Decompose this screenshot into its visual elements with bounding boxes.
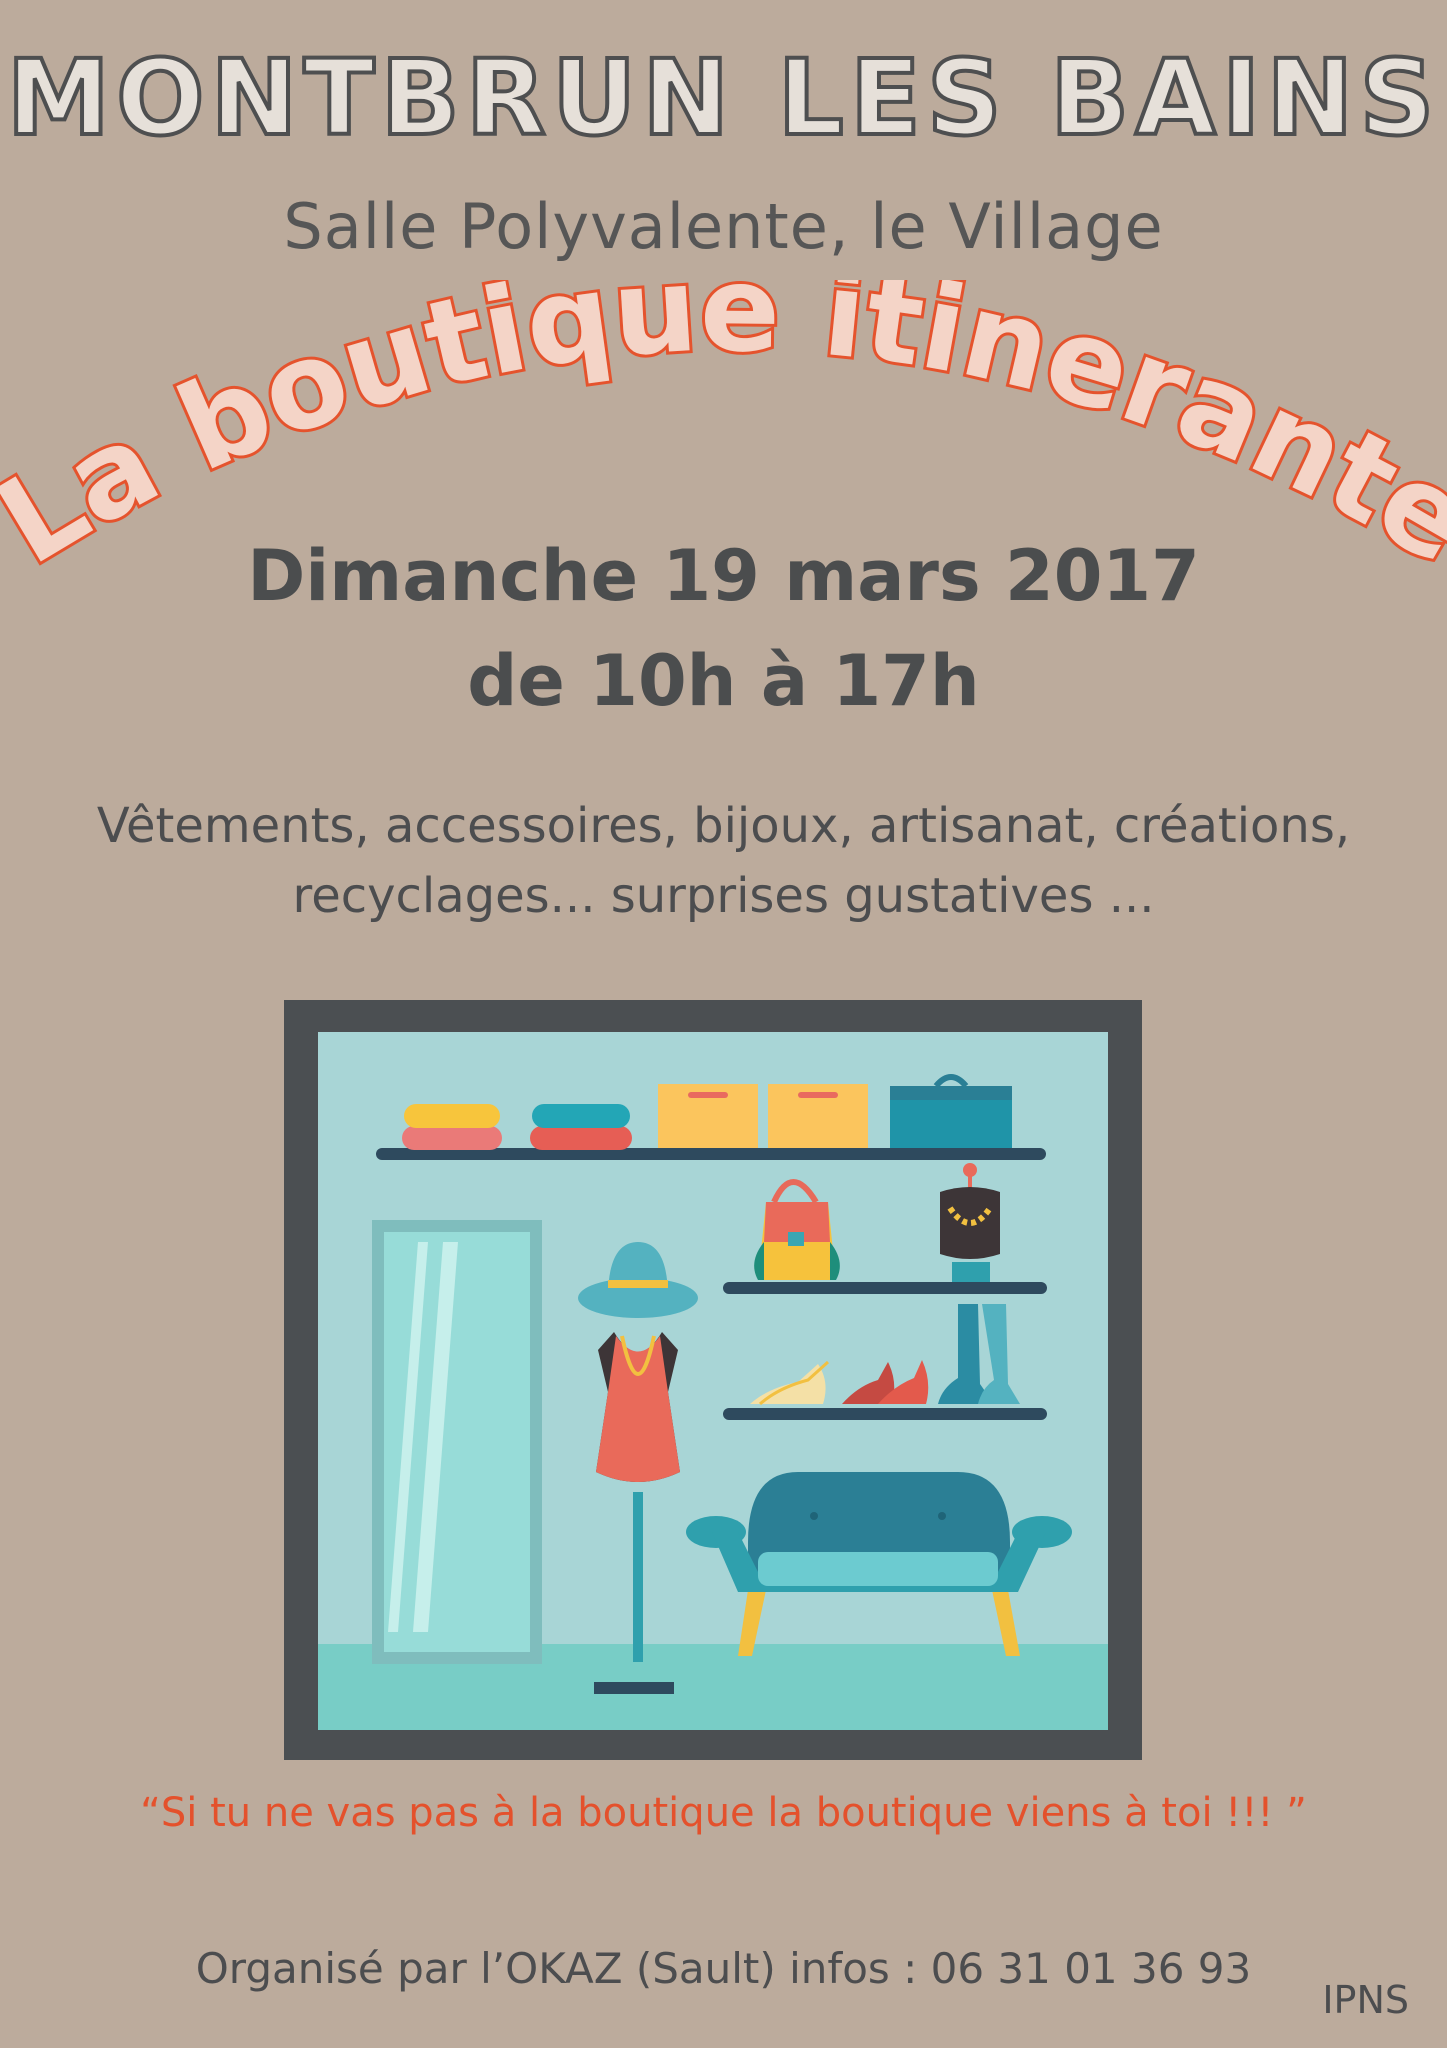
middle-shelf [723,1282,1047,1294]
jewelry-bust [940,1187,1000,1259]
slogan-quote: “Si tu ne vas pas à la boutique la bouti… [140,1790,1307,1836]
mannequin-stand [633,1492,643,1662]
folded-clothes-pink [402,1126,502,1150]
event-hours: de 10h à 17h [467,640,980,722]
venue: Salle Polyvalente, le Village [283,190,1164,263]
town-name: MONTBRUN LES BAINS [5,36,1441,160]
folded-clothes-teal [532,1104,630,1128]
lower-shelf [723,1408,1047,1420]
ipns-label: IPNS [1322,1978,1409,2022]
description-line-2: recyclages... surprises gustatives ... [292,868,1155,924]
folded-clothes-red [530,1126,632,1150]
armchair-cushion [758,1552,998,1586]
event-date: Dimanche 19 mars 2017 [247,535,1200,617]
folded-clothes-yellow [404,1104,500,1128]
boutique-illustration [318,1032,1108,1730]
description-line-1: Vêtements, accessoires, bijoux, artisana… [96,798,1351,854]
organizer-info: Organisé par l’OKAZ (Sault) infos : 06 3… [195,1944,1252,1993]
